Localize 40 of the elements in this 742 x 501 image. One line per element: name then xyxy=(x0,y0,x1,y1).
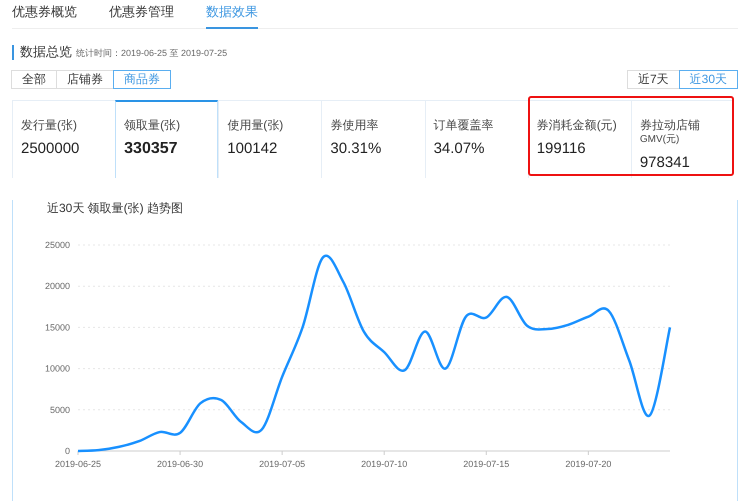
metric-value: 978341 xyxy=(640,154,691,171)
metric-label: 发行量(张) xyxy=(21,119,78,132)
metric-card[interactable]: 领取量(张) 330357 xyxy=(115,100,218,178)
metric-label: 使用量(张) xyxy=(227,119,284,132)
nav-tab[interactable]: 优惠券管理 xyxy=(109,3,174,29)
metric-value: 199116 xyxy=(536,140,587,157)
y-tick-label: 5000 xyxy=(50,404,70,415)
x-tick-label: 2019-07-20 xyxy=(565,459,612,469)
x-tick-label: 2019-06-30 xyxy=(157,459,204,469)
type-filter-button[interactable]: 店铺券 xyxy=(56,70,114,89)
x-tick-label: 2019-07-05 xyxy=(259,459,306,469)
metric-card[interactable]: 券使用率 30.31% xyxy=(321,101,425,178)
metric-label: 券拉动店铺 GMV(元) xyxy=(640,119,701,146)
metric-card[interactable]: 订单覆盖率 34.07% xyxy=(424,101,528,178)
y-tick-label: 0 xyxy=(64,446,70,456)
x-tick-label: 2019-06-25 xyxy=(54,459,102,469)
metric-label: 领取量(张) xyxy=(124,119,182,132)
period-text: 统计时间：2019-06-25 至 2019-07-25 xyxy=(76,47,228,60)
metric-label: 订单覆盖率 xyxy=(434,119,495,132)
metric-value: 30.31% xyxy=(330,140,382,157)
metric-card[interactable]: 发行量(张) 2500000 xyxy=(12,101,116,178)
y-tick-label: 20000 xyxy=(44,281,70,292)
nav-tab[interactable]: 优惠券概览 xyxy=(12,3,77,29)
chart-title: 近30天 领取量(张) 趋势图 xyxy=(47,200,184,217)
metric-value: 330357 xyxy=(124,140,179,158)
metric-label: 券消耗金额(元) xyxy=(536,119,618,132)
y-tick-label: 25000 xyxy=(44,240,70,250)
metric-value: 2500000 xyxy=(21,140,80,157)
metric-card[interactable]: 券拉动店铺 GMV(元) 978341 xyxy=(630,101,734,178)
metric-card[interactable]: 使用量(张) 100142 xyxy=(218,101,322,178)
x-tick-label: 2019-07-15 xyxy=(463,459,510,469)
metric-label: 券使用率 xyxy=(330,119,380,132)
metric-value: 34.07% xyxy=(434,140,486,157)
y-tick-label: 15000 xyxy=(44,322,70,332)
type-filter-button[interactable]: 全部 xyxy=(11,70,57,89)
range-filter-button[interactable]: 近7天 xyxy=(626,70,680,89)
section-title: 数据总览 xyxy=(20,45,72,59)
metric-value: 100142 xyxy=(227,140,278,157)
y-tick-label: 10000 xyxy=(44,364,70,374)
x-tick-label: 2019-07-10 xyxy=(361,459,408,469)
